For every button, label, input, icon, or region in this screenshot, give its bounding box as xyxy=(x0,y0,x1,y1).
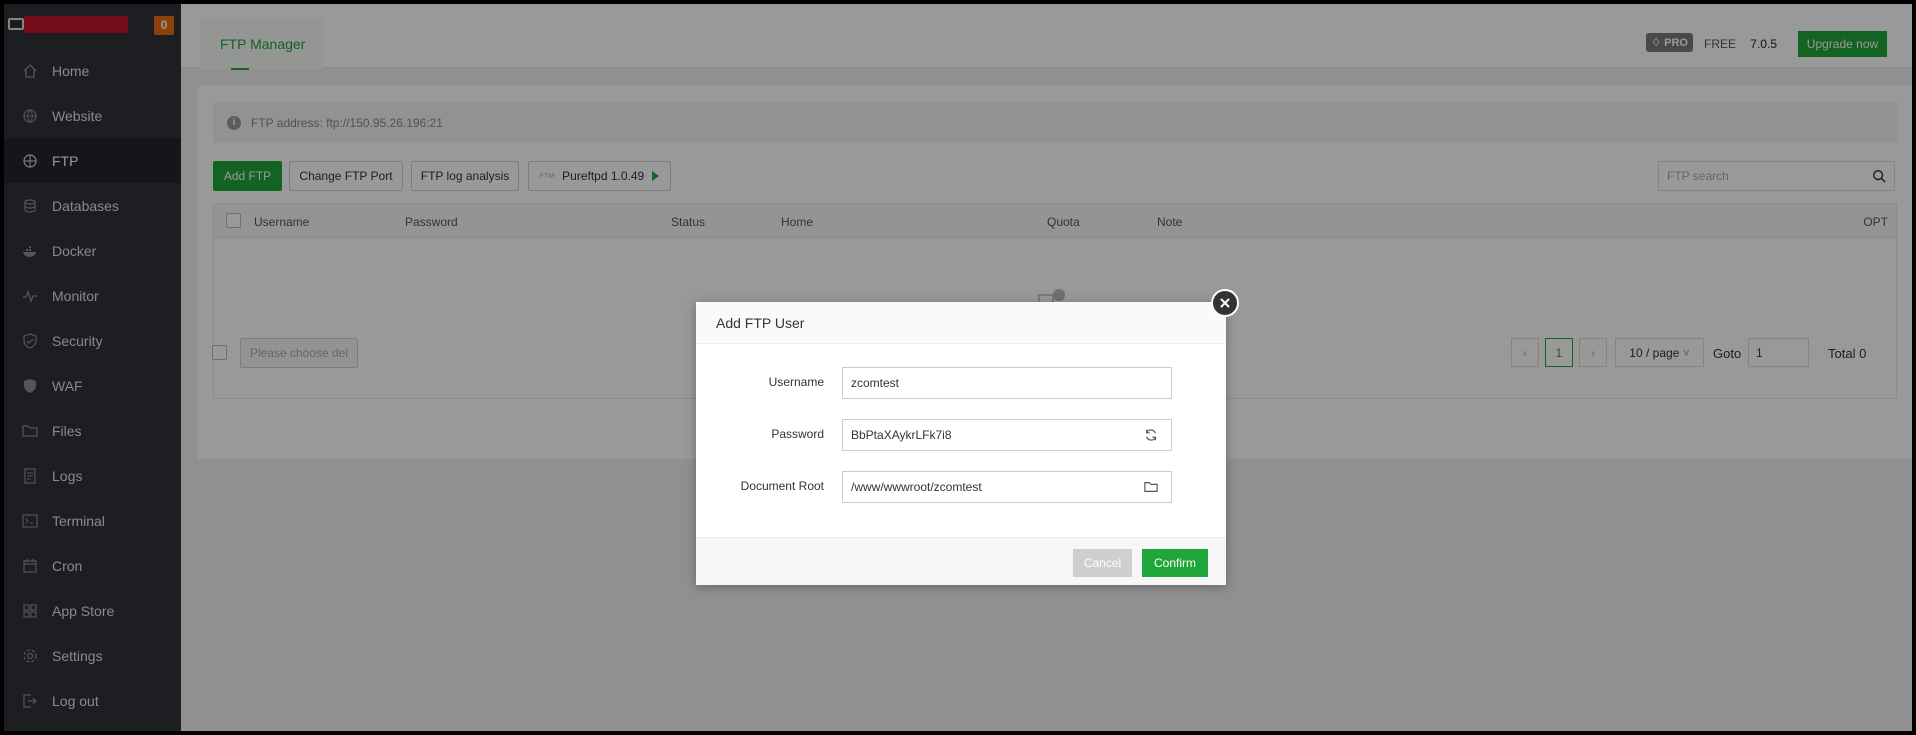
document-root-label: Document Root xyxy=(740,479,824,493)
document-root-input[interactable]: /www/wwwroot/zcomtest xyxy=(842,471,1131,503)
folder-icon xyxy=(1143,482,1158,492)
username-input[interactable]: zcomtest xyxy=(842,367,1172,399)
dialog-close-button[interactable] xyxy=(1211,289,1239,317)
regenerate-password-button[interactable] xyxy=(1130,419,1172,451)
add-ftp-user-dialog: Add FTP User Username zcomtest Password … xyxy=(696,289,1239,585)
username-row: Username zcomtest xyxy=(696,367,1226,399)
confirm-button[interactable]: Confirm xyxy=(1142,549,1208,577)
dialog-footer: Cancel Confirm xyxy=(696,537,1226,585)
username-label: Username xyxy=(768,375,824,389)
close-icon xyxy=(1220,298,1230,308)
password-row: Password BbPtaXAykrLFk7i8 xyxy=(696,419,1226,451)
password-label: Password xyxy=(771,427,824,441)
document-root-row: Document Root /www/wwwroot/zcomtest xyxy=(696,471,1226,503)
dialog-title: Add FTP User xyxy=(696,302,1226,344)
refresh-icon xyxy=(1145,429,1156,441)
password-input[interactable]: BbPtaXAykrLFk7i8 xyxy=(842,419,1131,451)
cancel-button[interactable]: Cancel xyxy=(1073,549,1132,577)
browse-folder-button[interactable] xyxy=(1130,471,1172,503)
app-window: 0 Home Website FTP Databases Docker Moni… xyxy=(4,4,1912,731)
